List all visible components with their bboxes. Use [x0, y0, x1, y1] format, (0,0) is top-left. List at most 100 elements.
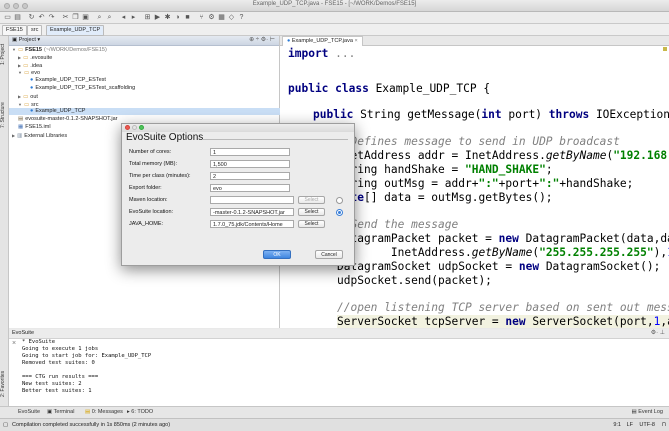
- tool-window-messages[interactable]: ▤ 0: Messages: [85, 408, 123, 417]
- breadcrumb-src[interactable]: src: [27, 25, 42, 36]
- cut-icon[interactable]: ✂: [61, 13, 70, 22]
- option-field[interactable]: 1,500: [210, 160, 290, 168]
- tree-item[interactable]: ▶▭.evosuite: [9, 54, 285, 61]
- select-button[interactable]: Select: [298, 220, 325, 228]
- code-line: String handShake = "HAND_SHAKE";: [337, 163, 553, 177]
- tool-window-todo[interactable]: ▸ 6: TODO: [127, 408, 153, 417]
- breadcrumb-project[interactable]: FSE15: [2, 25, 27, 36]
- chevron-down-icon[interactable]: ▼: [18, 69, 22, 76]
- file-encoding[interactable]: UTF-8: [639, 419, 655, 431]
- tree-item-label: evo: [31, 70, 40, 76]
- chevron-right-icon[interactable]: ▶: [18, 54, 21, 61]
- tree-item[interactable]: ▼▭evo: [9, 69, 285, 76]
- select-button[interactable]: Select: [298, 208, 325, 216]
- chevron-right-icon[interactable]: ▶: [18, 62, 21, 69]
- chevron-right-icon[interactable]: ▶: [12, 132, 15, 139]
- tool-window-terminal[interactable]: ▣ Terminal: [47, 408, 74, 417]
- dialog-minimize-button[interactable]: [132, 125, 137, 130]
- redo-icon[interactable]: ↷: [47, 13, 56, 22]
- vcs-icon[interactable]: ⑂: [197, 13, 206, 22]
- close-icon[interactable]: ×: [12, 340, 16, 347]
- debug-icon[interactable]: ✱: [163, 13, 172, 22]
- tree-item-label: Example_UDP_TCP: [35, 108, 85, 114]
- class-icon: ●: [30, 77, 33, 84]
- help-icon[interactable]: ?: [237, 13, 246, 22]
- left-tool-stripe: 1: Project 7: Structure 2: Favorites: [0, 36, 9, 406]
- panel-settings-icon[interactable]: ⊕ ÷ ⚙· ⊢: [249, 36, 275, 43]
- folder-icon[interactable]: ▭: [3, 13, 12, 22]
- field-label: JAVA_HOME:: [129, 220, 163, 229]
- sync-icon[interactable]: ↻: [27, 13, 36, 22]
- tool-window-evosuite[interactable]: EvoSuite: [18, 408, 40, 417]
- back-icon[interactable]: ◂: [119, 13, 128, 22]
- coverage-icon[interactable]: ◑: [173, 13, 182, 22]
- code-line: DatagramSocket udpSocket = new DatagramS…: [337, 260, 660, 274]
- option-field[interactable]: [210, 196, 294, 204]
- tree-item-label: Example_UDP_TCP_ESTest_scaffolding: [35, 85, 135, 91]
- option-field[interactable]: 1: [210, 148, 290, 156]
- dialog-zoom-button[interactable]: [139, 125, 144, 130]
- tree-item[interactable]: ●Example_UDP_TCP_ESTest_scaffolding: [9, 85, 297, 92]
- option-field[interactable]: 1.7.0_75.jdk/Contents/Home: [210, 220, 294, 228]
- event-log-label: Event Log: [638, 409, 663, 415]
- breadcrumb-project-label: FSE15: [6, 27, 23, 33]
- tab-favorites[interactable]: 2: Favorites: [0, 366, 8, 402]
- tree-item-label: .evosuite: [30, 55, 52, 61]
- terminal-icon: ▣: [47, 409, 52, 415]
- select-button[interactable]: Select: [298, 196, 325, 204]
- event-log-icon: ▤: [631, 409, 636, 415]
- settings-icon[interactable]: ⚙: [207, 13, 216, 22]
- save-icon[interactable]: ▤: [13, 13, 22, 22]
- ok-button[interactable]: OK: [263, 250, 291, 259]
- chevron-down-icon[interactable]: ▼: [18, 101, 22, 108]
- stop-icon[interactable]: ■: [183, 13, 192, 22]
- status-icon[interactable]: ▢: [3, 419, 8, 431]
- tab-structure[interactable]: 7: Structure: [0, 96, 8, 134]
- cancel-button[interactable]: Cancel: [315, 250, 343, 259]
- code-line: byte[] data = outMsg.getBytes();: [337, 191, 553, 205]
- module-icon: ▦: [18, 124, 23, 131]
- tree-item[interactable]: ▶▭out: [9, 93, 285, 100]
- forward-icon[interactable]: ▸: [129, 13, 138, 22]
- tree-item[interactable]: ●Example_UDP_TCP_ESTest: [9, 77, 297, 84]
- project-view-selector[interactable]: ▣ Project ▾: [12, 37, 40, 43]
- caret-position[interactable]: 9:1: [613, 419, 621, 431]
- undo-icon[interactable]: ↶: [37, 13, 46, 22]
- option-field[interactable]: -master-0.1.2-SNAPSHOT.jar: [210, 208, 294, 216]
- structure-icon[interactable]: ▦: [217, 13, 226, 22]
- code-line: ServerSocket tcpServer = new ServerSocke…: [337, 315, 669, 328]
- code-line: //Defines message to send in UDP broadca…: [337, 135, 620, 149]
- lock-icon[interactable]: ⊓: [662, 419, 666, 431]
- chevron-down-icon[interactable]: ▼: [12, 46, 16, 53]
- replace-icon[interactable]: ⌕: [105, 13, 114, 22]
- tree-item[interactable]: ▶▭.idea: [9, 62, 285, 69]
- option-field[interactable]: 2: [210, 172, 290, 180]
- code-line: String outMsg = addr+":"+port+":"+handSh…: [337, 177, 633, 191]
- copy-icon[interactable]: ❐: [71, 13, 80, 22]
- breadcrumb-class-label: Example_UDP_TCP: [50, 27, 100, 33]
- event-log-button[interactable]: ▤ Event Log: [631, 408, 663, 417]
- dialog-close-button[interactable]: [125, 125, 130, 130]
- class-icon: ●: [30, 85, 33, 92]
- radio-button[interactable]: [336, 197, 343, 204]
- radio-button[interactable]: [336, 209, 343, 216]
- option-field[interactable]: evo: [210, 184, 290, 192]
- tree-item[interactable]: ▼▭src: [9, 101, 285, 108]
- field-label: Export folder:: [129, 184, 162, 193]
- tree-item[interactable]: ●Example_UDP_TCP: [9, 108, 297, 115]
- tab-project[interactable]: 1: Project: [0, 38, 8, 70]
- sdk-icon[interactable]: ◇: [227, 13, 236, 22]
- build-icon[interactable]: ⊞: [143, 13, 152, 22]
- paste-icon[interactable]: ▣: [81, 13, 90, 22]
- window-titlebar: Example_UDP_TCP.java - FSE15 - [~/WORK/D…: [0, 0, 669, 12]
- evosuite-panel-title: EvoSuite: [12, 330, 34, 336]
- chevron-right-icon[interactable]: ▶: [18, 93, 21, 100]
- find-icon[interactable]: ⌕: [95, 13, 104, 22]
- line-separator[interactable]: LF: [627, 419, 633, 431]
- tree-item-path: (~/WORK/Demos/FSE15): [44, 47, 107, 53]
- run-icon[interactable]: ▶: [153, 13, 162, 22]
- code-line: InetAddress addr = InetAddress.getByName…: [337, 149, 669, 163]
- breadcrumb-class[interactable]: Example_UDP_TCP: [46, 25, 104, 36]
- tree-item[interactable]: ▼▭FSE15(~/WORK/Demos/FSE15): [9, 46, 279, 53]
- panel-settings-icon[interactable]: ⚙· ⊥: [651, 329, 665, 336]
